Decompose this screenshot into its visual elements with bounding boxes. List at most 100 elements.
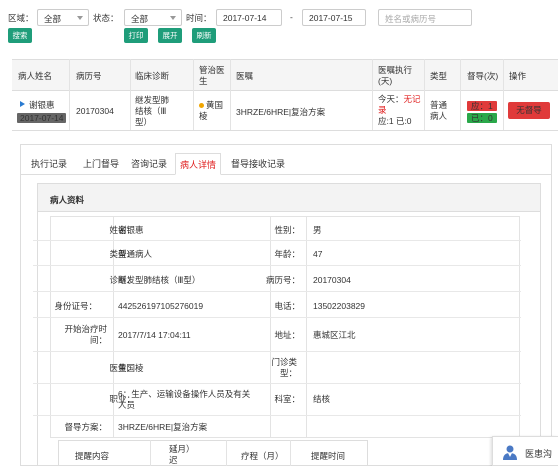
record-value: 20170304 [313,275,351,285]
doctor-avatar-icon [503,445,517,460]
expand-button[interactable]: 展开 [158,28,182,43]
filter-bar: 区域： 全部 状态： 全部 时间： 2017-07-14 - 2017-07-1… [0,0,558,50]
search-button[interactable]: 搜索 [8,28,32,43]
region-label: 区域： [8,13,34,23]
search-input[interactable]: 姓名或病历号 [378,9,472,26]
job-value-line: 人员 [118,400,136,410]
job-value: 6：生产、运输设备操作人员及有关 人员 [118,389,250,411]
diagnosis-line: 结核（Ⅲ [135,106,167,116]
gender-value: 男 [313,225,322,235]
date-separator: - [290,12,293,22]
reminder-col-course: 疗程（月） [241,451,284,461]
gender-key: 性别： [274,225,300,235]
profile-row: 诊断： 继发型肺结核（Ⅲ型） 病历号： 20170304 [33,266,521,292]
phone-value: 13502203829 [313,301,366,311]
dept-key: 科室： [274,394,300,404]
doctor-line: 棱 [199,111,208,121]
diagnosis-line: 继发型肺 [135,95,170,105]
job-value-line: 6：生产、运输设备操作人员及有关 [118,389,251,399]
col-diagnosis: 临床诊断 [135,71,170,81]
type-line: 病人 [430,111,448,121]
start-key-line: 开始治疗时 [64,324,107,334]
date-from-input[interactable]: 2017-07-14 [216,9,282,26]
clinic-type-key: 门诊类 型： [253,357,297,379]
region-select[interactable]: 全部 [37,9,89,26]
reminder-col-content: 提醒内容 [75,451,110,461]
exec-today-label: 今天： [378,94,404,104]
col-divider [150,440,151,466]
col-action: 操作 [509,71,527,81]
profile-row: 身份证号： 442526197105276019 电话： 13502203829 [33,292,521,318]
plan-value: 3HRZE/6HRE|复治方案 [118,422,208,432]
patient-type: 普通 病人 [430,100,447,122]
tab-patient-details[interactable]: 病人详情 [175,153,222,175]
detail-tabs: 执行记录 上门督导 咨询记录 病人详情 督导接收记录 [21,153,551,175]
address-value: 惠城区江北 [313,330,356,340]
profile-title: 病人资料 [38,184,540,212]
age-key: 年龄： [274,249,300,259]
clinic-key-line: 门诊类 [271,357,297,367]
reminder-col-time: 提醒时间 [311,451,346,461]
col-supervise: 督导(次) [467,71,499,81]
exec-counts: 应:1 已:0 [378,116,412,126]
table-row[interactable]: 谢银惠 2017-07-14 20170304 继发型肺 结核（Ⅲ 型） 黄国 … [12,91,558,131]
doctor-value: 黄国棱 [118,363,144,373]
time-label: 时间： [186,13,212,23]
address-key: 地址： [274,330,300,340]
profile-row: 类型： 普通病人 年龄： 47 [33,241,521,266]
profile-row: 姓名： 谢银惠 性别： 男 [33,216,521,241]
diagnosis-line: 型） [135,117,153,127]
profile-row: 开始治疗时 间： 2017/7/14 17:04:11 地址： 惠城区江北 [33,318,521,352]
status-dot-icon [199,103,204,109]
order: 3HRZE/6HRE|复治方案 [236,107,326,117]
dept-value: 结核 [313,394,331,404]
status-select[interactable]: 全部 [124,9,182,26]
record-no: 20170304 [76,106,114,116]
start-key: 开始治疗时 间： [33,324,107,346]
refresh-button[interactable]: 刷新 [192,28,216,43]
chat-widget[interactable]: 医患沟 [492,436,558,466]
status-label: 状态： [93,13,119,23]
tab-home-supervise[interactable]: 上门督导 [83,157,119,170]
name-value: 谢银惠 [118,225,144,235]
print-button[interactable]: 打印 [124,28,148,43]
chevron-down-icon [77,16,83,20]
tab-exec-records[interactable]: 执行记录 [31,157,67,170]
region-select-value: 全部 [44,14,62,24]
chat-widget-label: 医患沟 [525,449,553,459]
col-doctor: 管治医生 [199,65,225,86]
profile-row: 督导方案： 3HRZE/6HRE|复治方案 [33,416,521,438]
profile-row: 职业： 6：生产、运输设备操作人员及有关 人员 科室： 结核 [33,384,521,416]
clinic-key-line: 型： [279,368,297,378]
phone-key: 电话： [274,301,300,311]
done-badge: 已：0 [467,113,497,123]
id-value: 442526197105276019 [118,301,204,311]
plan-key: 督导方案： [64,422,107,432]
diagnosis-value: 继发型肺结核（Ⅲ型） [118,275,201,285]
start-key-line: 间： [89,335,107,345]
expand-row-icon[interactable] [20,101,25,107]
doctor-line: 黄国 [206,100,224,110]
diagnosis: 继发型肺 结核（Ⅲ 型） [135,95,169,128]
col-record-no: 病历号 [76,71,102,81]
col-divider [226,440,227,466]
chevron-down-icon [170,16,176,20]
tab-consult-records[interactable]: 咨询记录 [131,157,167,170]
type-value: 普通病人 [118,249,153,259]
no-supervise-button[interactable]: 无督导 [508,102,550,119]
date-to-input[interactable]: 2017-07-15 [302,9,366,26]
date-chip: 2017-07-14 [17,113,67,123]
due-badge: 应：1 [467,101,497,111]
col-divider [290,440,291,466]
start-value: 2017/7/14 17:04:11 [118,330,191,340]
status-select-value: 全部 [131,14,149,24]
doctor: 黄国 棱 [199,100,223,122]
reminder-col-delay-line: （月） [169,444,195,454]
age-value: 47 [313,249,323,259]
tab-supervise-receipts[interactable]: 督导接收记录 [231,157,285,170]
exec-status-text: 无记 [403,94,421,104]
col-patient-name: 病人姓名 [18,71,53,81]
table-header: 病人姓名 病历号 临床诊断 管治医生 医嘱 医嘱执行(天) 类型 督导(次) 操… [12,59,558,91]
patient-name[interactable]: 谢银惠 [29,99,55,111]
profile-row: 医生： 黄国棱 门诊类 型： [33,352,521,384]
